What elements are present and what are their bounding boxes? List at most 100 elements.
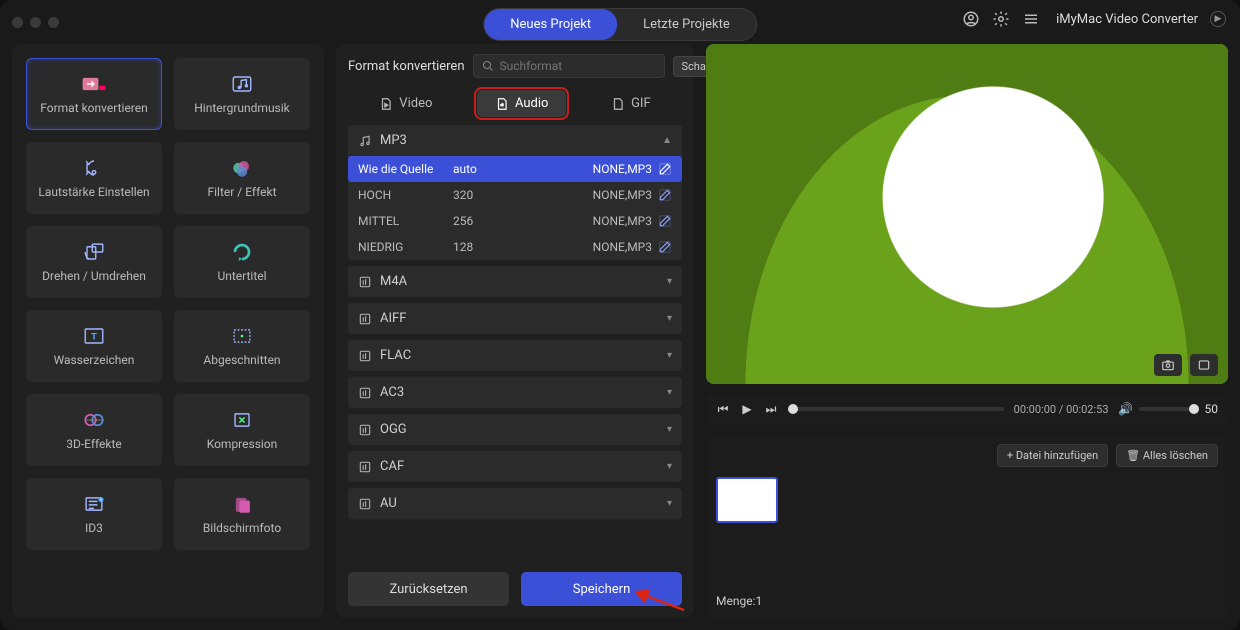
preset-row[interactable]: MITTEL 256 NONE,MP3 (348, 208, 682, 234)
close-dot[interactable] (12, 17, 23, 28)
format-group-label: FLAC (380, 348, 411, 363)
gif-file-icon (611, 97, 625, 111)
format-group-FLAC[interactable]: FLAC ▾ (348, 340, 682, 371)
format-group-CAF[interactable]: CAF ▾ (348, 451, 682, 482)
menu-icon[interactable] (1022, 10, 1040, 28)
convert-icon (80, 73, 108, 95)
tool-tile-volume[interactable]: Lautstärke Einstellen (26, 142, 162, 214)
tool-tile-label: Filter / Effekt (207, 185, 276, 199)
preset-bitrate: 128 (453, 240, 523, 254)
volume-handle[interactable] (1189, 404, 1199, 414)
format-group-M4A[interactable]: M4A ▾ (348, 266, 682, 297)
preset-row[interactable]: Wie die Quelle auto NONE,MP3 (348, 156, 682, 182)
edit-preset-icon[interactable] (658, 162, 672, 176)
preset-bitrate: 320 (453, 188, 523, 202)
tool-tile-compress[interactable]: Kompression (174, 394, 310, 466)
chevron-down-icon: ▾ (667, 461, 672, 472)
search-input[interactable] (500, 59, 656, 73)
audio-format-icon (358, 275, 372, 289)
tab-new-project[interactable]: Neues Projekt (484, 9, 617, 40)
filter-icon (228, 157, 256, 179)
tool-tile-id3[interactable]: ID3 (26, 478, 162, 550)
settings-icon[interactable] (992, 10, 1010, 28)
tab-audio-label: Audio (515, 96, 548, 111)
tool-tile-convert[interactable]: Format konvertieren (26, 58, 162, 130)
edit-preset-icon[interactable] (658, 240, 672, 254)
preset-bitrate: 256 (453, 214, 523, 228)
tab-video-label: Video (399, 96, 432, 111)
format-group-AC3[interactable]: AC3 ▾ (348, 377, 682, 408)
fullscreen-button[interactable] (1190, 354, 1218, 376)
min-dot[interactable] (30, 17, 41, 28)
snapshot-button[interactable] (1154, 354, 1182, 376)
format-group-AU[interactable]: AU ▾ (348, 488, 682, 519)
tool-tile-filter[interactable]: Filter / Effekt (174, 142, 310, 214)
player-bar: ⏮ ▶ ⏭ 00:00:00 / 00:02:53 🔊 50 (706, 394, 1228, 424)
search-format[interactable] (473, 54, 665, 78)
preset-name: NIEDRIG (358, 240, 453, 254)
tool-tile-label: Hintergrundmusik (194, 101, 290, 115)
preset-name: HOCH (358, 188, 453, 202)
time-display: 00:00:00 / 00:02:53 (1014, 403, 1109, 416)
edit-preset-icon[interactable] (658, 188, 672, 202)
tool-tile-watermark[interactable]: T Wasserzeichen (26, 310, 162, 382)
format-group-MP3[interactable]: MP3 ▲ (348, 125, 682, 156)
titlebar: Neues Projekt Letzte Projekte iMyMac Vid… (0, 0, 1240, 44)
subtitle-icon (228, 241, 256, 263)
format-group-OGG[interactable]: OGG ▾ (348, 414, 682, 445)
save-button[interactable]: Speichern (521, 572, 682, 606)
tab-audio[interactable]: Audio (477, 90, 566, 117)
audio-format-icon (358, 349, 372, 363)
screenshot-icon (228, 493, 256, 515)
preset-row[interactable]: NIEDRIG 128 NONE,MP3 (348, 234, 682, 260)
tool-tile-music[interactable]: Hintergrundmusik (174, 58, 310, 130)
video-file-icon (379, 97, 393, 111)
tool-tile-label: Lautstärke Einstellen (38, 185, 149, 199)
tool-tile-subtitle[interactable]: Untertitel (174, 226, 310, 298)
brand-expand-icon[interactable]: ▶ (1210, 11, 1226, 27)
add-file-button[interactable]: + Datei hinzufügen (997, 444, 1108, 467)
preset-row[interactable]: HOCH 320 NONE,MP3 (348, 182, 682, 208)
seek-track[interactable] (788, 407, 1004, 411)
clear-all-button[interactable]: 🗑 Alles löschen (1116, 444, 1218, 467)
rotate-icon (80, 241, 108, 263)
tool-tile-screenshot[interactable]: Bildschirmfoto (174, 478, 310, 550)
tool-tile-crop[interactable]: Abgeschnitten (174, 310, 310, 382)
tool-tile-rotate[interactable]: Drehen / Umdrehen (26, 226, 162, 298)
next-button[interactable]: ⏭ (764, 402, 778, 416)
preset-bitrate: auto (453, 162, 523, 176)
volume-track[interactable] (1139, 407, 1199, 411)
tab-recent-projects[interactable]: Letzte Projekte (617, 9, 756, 40)
search-icon (482, 60, 494, 72)
audio-file-icon (495, 97, 509, 111)
camera-icon (1160, 358, 1176, 372)
format-group-label: MP3 (380, 133, 407, 148)
edit-preset-icon[interactable] (658, 214, 672, 228)
format-group-label: AC3 (380, 385, 404, 400)
tool-tile-label: 3D-Effekte (66, 437, 122, 451)
prev-button[interactable]: ⏮ (716, 402, 730, 416)
annotation-arrow-icon (626, 588, 686, 612)
volume-icon[interactable]: 🔊 (1119, 402, 1133, 416)
max-dot[interactable] (48, 17, 59, 28)
chevron-down-icon: ▾ (667, 313, 672, 324)
compress-icon (228, 409, 256, 431)
tool-tile-label: ID3 (85, 521, 103, 535)
video-preview (706, 44, 1228, 384)
reset-button[interactable]: Zurücksetzen (348, 572, 509, 606)
tab-video[interactable]: Video (361, 90, 450, 117)
preview-image (706, 44, 1228, 384)
tool-tile-3d[interactable]: 3D-Effekte (26, 394, 162, 466)
tool-tile-label: Wasserzeichen (54, 353, 135, 367)
format-group-AIFF[interactable]: AIFF ▾ (348, 303, 682, 334)
preview-column: ⏮ ▶ ⏭ 00:00:00 / 00:02:53 🔊 50 + Datei h… (706, 44, 1228, 618)
watermark-icon: T (80, 325, 108, 347)
tool-tile-label: Kompression (207, 437, 278, 451)
queue-thumbnail[interactable] (716, 477, 778, 523)
seek-handle[interactable] (788, 404, 798, 414)
account-icon[interactable] (962, 10, 980, 28)
play-button[interactable]: ▶ (740, 402, 754, 416)
tool-tile-label: Untertitel (217, 269, 266, 283)
queue-count: Menge:1 (716, 594, 1218, 608)
tab-gif[interactable]: GIF (593, 90, 669, 117)
